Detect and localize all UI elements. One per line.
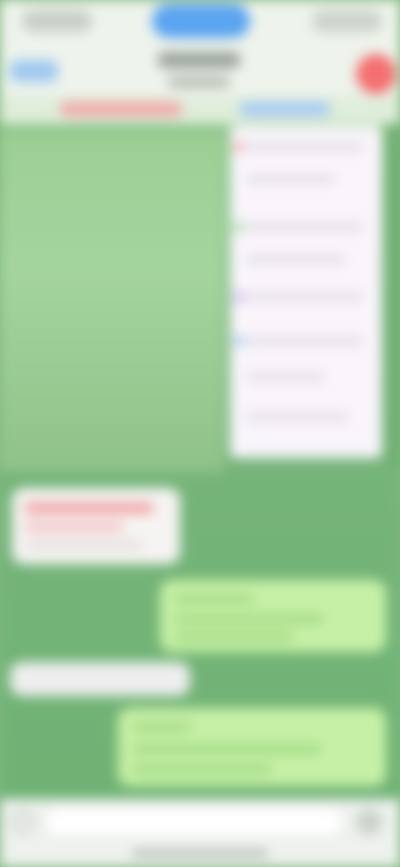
chat-edge (386, 124, 400, 464)
list-line (246, 254, 346, 264)
paperclip-icon[interactable] (12, 811, 34, 833)
message-line (174, 594, 254, 604)
back-button[interactable] (10, 60, 58, 82)
list-line (246, 222, 364, 232)
status-bar (0, 0, 400, 44)
incoming-message-bubble[interactable] (12, 488, 180, 564)
home-indicator (132, 851, 268, 856)
message-line (24, 502, 154, 514)
message-line (174, 632, 294, 642)
list-dot (234, 336, 244, 346)
pinned-left-text (60, 102, 182, 116)
status-indicators (312, 10, 382, 32)
message-input[interactable] (44, 807, 344, 837)
list-dot (234, 222, 244, 232)
message-line (132, 764, 272, 774)
chat-title[interactable] (158, 52, 240, 68)
image-message[interactable] (0, 134, 224, 472)
message-line (24, 522, 124, 532)
chat-header (0, 44, 400, 96)
microphone-icon[interactable] (356, 809, 382, 835)
outgoing-message-bubble[interactable] (160, 580, 386, 652)
chat-subtitle (168, 76, 230, 88)
message-line (174, 614, 324, 624)
list-dot (234, 292, 244, 302)
list-line (246, 142, 364, 152)
avatar[interactable] (356, 54, 396, 94)
pinned-right-text (240, 102, 330, 116)
message-composer (0, 799, 400, 867)
message-line (132, 744, 322, 754)
pinned-bar[interactable] (0, 96, 400, 124)
incoming-message-bubble[interactable] (10, 662, 190, 696)
message-line (24, 540, 144, 550)
list-line (246, 336, 364, 346)
list-card[interactable] (230, 126, 382, 458)
list-line (246, 412, 350, 422)
status-time (22, 10, 92, 32)
list-line (246, 174, 336, 184)
list-line (246, 292, 364, 302)
message-line (132, 722, 192, 732)
dynamic-island-pill (152, 4, 250, 38)
chat-area[interactable] (0, 124, 400, 799)
list-line (246, 372, 326, 382)
outgoing-message-bubble[interactable] (118, 708, 386, 786)
list-dot (234, 142, 244, 152)
